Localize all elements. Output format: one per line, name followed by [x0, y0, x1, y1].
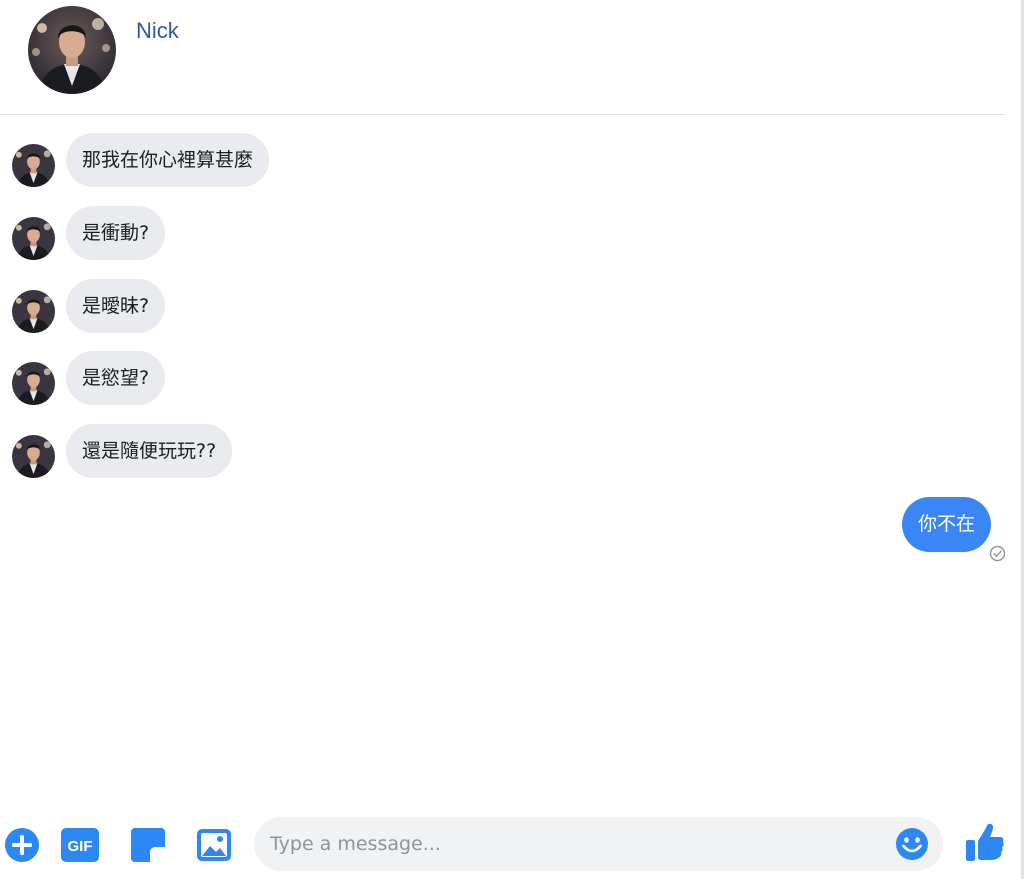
message-avatar — [12, 362, 55, 405]
avatar-photo-icon — [12, 435, 55, 478]
sticker-icon[interactable] — [129, 826, 167, 864]
conversation-header: Nick — [0, 0, 1005, 115]
incoming-message-bubble[interactable]: 是曖昧? — [66, 279, 166, 333]
message-avatar — [12, 435, 55, 478]
contact-name[interactable]: Nick — [136, 18, 179, 44]
message-input-container — [254, 817, 943, 871]
smiley-icon[interactable] — [894, 826, 930, 862]
avatar-photo-icon — [12, 217, 55, 260]
avatar-photo-icon — [28, 6, 116, 94]
message-row: 是曖昧? — [0, 279, 1005, 333]
incoming-message-bubble[interactable]: 那我在你心裡算甚麼 — [66, 133, 270, 187]
message-avatar — [12, 144, 55, 187]
sent-check-icon — [989, 545, 1006, 562]
avatar-photo-icon — [12, 362, 55, 405]
message-avatar — [12, 217, 55, 260]
message-row: 你不在 — [0, 497, 1005, 552]
gif-icon[interactable]: GIF — [60, 826, 100, 864]
avatar-photo-icon — [12, 290, 55, 333]
incoming-message-bubble[interactable]: 是慾望? — [66, 351, 166, 405]
contact-avatar[interactable] — [28, 6, 116, 94]
message-row: 還是隨便玩玩?? — [0, 424, 1005, 478]
messenger-window: Nick 那我在你心裡算甚麼 是衝動? 是曖昧? 是慾望? 還是隨便玩玩?? 你… — [0, 0, 1024, 879]
message-input[interactable] — [270, 817, 880, 871]
incoming-message-bubble[interactable]: 是衝動? — [66, 206, 166, 260]
thumbs-up-icon[interactable] — [964, 820, 1006, 864]
message-avatar — [12, 290, 55, 333]
avatar-photo-icon — [12, 144, 55, 187]
gif-label: GIF — [68, 838, 93, 855]
message-composer: GIF — [0, 812, 1020, 879]
message-row: 是衝動? — [0, 206, 1005, 260]
incoming-message-bubble[interactable]: 還是隨便玩玩?? — [66, 424, 233, 478]
message-row: 是慾望? — [0, 351, 1005, 405]
outgoing-message-bubble[interactable]: 你不在 — [901, 497, 991, 552]
plus-circle-icon[interactable] — [3, 826, 41, 864]
image-icon[interactable] — [195, 826, 233, 864]
message-row: 那我在你心裡算甚麼 — [0, 133, 1005, 187]
